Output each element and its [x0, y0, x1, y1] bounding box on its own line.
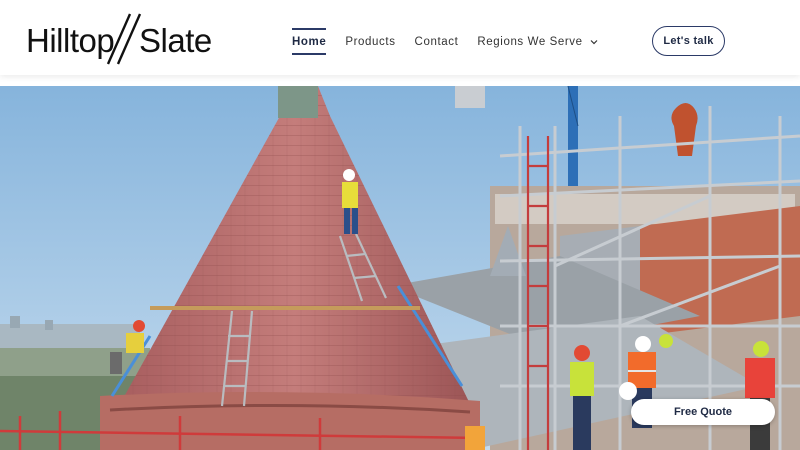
nav-regions[interactable]: Regions We Serve [477, 28, 598, 55]
hero-image [0, 86, 800, 450]
lets-talk-button[interactable]: Let's talk [652, 26, 725, 56]
hero-illustration [0, 86, 800, 450]
logo-slash-mark [106, 13, 142, 65]
nav-contact-label: Contact [414, 35, 459, 48]
chevron-down-icon [590, 39, 598, 44]
nav-home-label: Home [292, 35, 327, 48]
main-nav: Home Products Contact Regions We Serve [292, 28, 598, 58]
logo[interactable]: Hilltop Slate [26, 12, 212, 66]
nav-regions-label: Regions We Serve [477, 35, 583, 48]
nav-contact[interactable]: Contact [415, 28, 459, 55]
nav-products[interactable]: Products [345, 28, 395, 55]
site-header: Hilltop Slate Home Products Contact Regi… [0, 0, 800, 75]
logo-text-slate: Slate [139, 22, 212, 59]
nav-products-label: Products [345, 35, 396, 48]
free-quote-button[interactable]: Free Quote [631, 399, 775, 425]
nav-home[interactable]: Home [292, 28, 327, 55]
